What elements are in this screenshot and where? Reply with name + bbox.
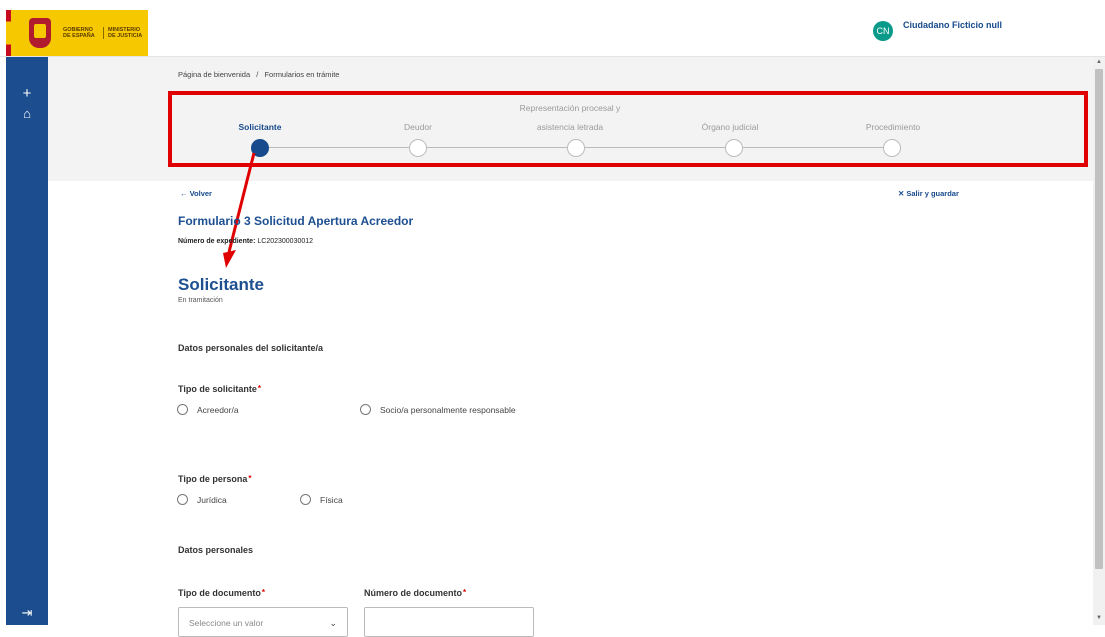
- step-label-solicitante[interactable]: Solicitante: [190, 122, 330, 132]
- radio-label: Jurídica: [197, 494, 227, 505]
- expediente-label: Número de expediente:: [178, 238, 256, 245]
- personal-data-heading: Datos personales del solicitante/a: [178, 343, 324, 353]
- tipo-persona-label: Tipo de persona*: [178, 474, 251, 484]
- tipo-documento-text: Tipo de documento: [178, 588, 261, 598]
- step-label-representacion-line2[interactable]: asistencia letrada: [500, 122, 640, 132]
- required-mark: *: [248, 474, 252, 483]
- radio-label: Socio/a personalmente responsable: [380, 404, 516, 415]
- required-mark: *: [257, 384, 261, 393]
- radio-label: Física: [320, 494, 343, 505]
- step-circle-organo-judicial[interactable]: [725, 139, 743, 157]
- section-status: En tramitación: [178, 297, 223, 304]
- scrollbar[interactable]: ▲ ▼: [1093, 57, 1105, 625]
- coat-of-arms-icon: [29, 18, 51, 48]
- chevron-down-icon[interactable]: ⌄: [329, 618, 337, 629]
- tipo-solicitante-text: Tipo de solicitante: [178, 384, 257, 394]
- radio-label: Acreedor/a: [197, 404, 239, 415]
- radio-circle[interactable]: [177, 404, 188, 415]
- radio-juridica[interactable]: Jurídica: [177, 494, 227, 505]
- government-logo[interactable]: GOBIERNO DE ESPAÑA MINISTERIO DE JUSTICI…: [6, 10, 148, 56]
- breadcrumb-separator: /: [256, 70, 259, 79]
- logout-icon[interactable]: ⇥: [6, 605, 48, 621]
- step-circle-representacion[interactable]: [567, 139, 585, 157]
- step-label-representacion-line1[interactable]: Representación procesal y: [490, 103, 650, 113]
- breadcrumb: Página de bienvenida / Formularios en tr…: [178, 70, 343, 79]
- radio-socio[interactable]: Socio/a personalmente responsable: [360, 404, 516, 415]
- radio-acreedor[interactable]: Acreedor/a: [177, 404, 239, 415]
- back-link[interactable]: ← Volver: [180, 189, 212, 198]
- radio-circle[interactable]: [177, 494, 188, 505]
- expediente-value: LC202300030012: [257, 238, 314, 245]
- step-label-organo-judicial[interactable]: Órgano judicial: [660, 122, 800, 132]
- breadcrumb-home-link[interactable]: Página de bienvenida: [178, 70, 250, 79]
- user-menu[interactable]: CN Ciudadano Ficticio null: [873, 18, 1002, 41]
- tipo-solicitante-label: Tipo de solicitante*: [178, 384, 261, 394]
- add-icon[interactable]: +: [6, 85, 48, 102]
- datos-personales-heading: Datos personales: [178, 545, 254, 555]
- select-placeholder: Seleccione un valor: [189, 618, 264, 628]
- radio-fisica[interactable]: Física: [300, 494, 343, 505]
- sidebar: + ⌂ ⇥: [6, 57, 48, 625]
- radio-circle[interactable]: [300, 494, 311, 505]
- step-circle-deudor[interactable]: [409, 139, 427, 157]
- logo-gobierno-text: GOBIERNO DE ESPAÑA: [63, 27, 95, 39]
- step-circle-procedimiento[interactable]: [883, 139, 901, 157]
- scroll-thumb[interactable]: [1095, 69, 1103, 569]
- breadcrumb-current[interactable]: Formularios en trámite: [264, 70, 339, 79]
- home-icon[interactable]: ⌂: [6, 106, 48, 121]
- exit-save-link[interactable]: ✕ Salir y guardar: [898, 189, 959, 198]
- tipo-persona-text: Tipo de persona: [178, 474, 248, 484]
- numero-documento-text: Número de documento: [364, 588, 463, 598]
- section-title: Solicitante: [178, 275, 264, 294]
- form-title: Formulario 3 Solicitud Apertura Acreedor: [178, 214, 414, 228]
- radio-circle[interactable]: [360, 404, 371, 415]
- logo-ministerio-text: MINISTERIO DE JUSTICIA: [103, 27, 143, 39]
- avatar[interactable]: CN: [873, 21, 893, 41]
- expediente-info: Número de expediente: LC202300030012: [178, 238, 313, 245]
- tipo-documento-label: Tipo de documento*: [178, 588, 265, 598]
- required-mark: *: [463, 588, 467, 597]
- scroll-up-icon[interactable]: ▲: [1093, 59, 1105, 65]
- step-label-procedimiento[interactable]: Procedimiento: [823, 122, 963, 132]
- stepper: Solicitante Deudor Representación proces…: [168, 91, 1088, 167]
- numero-documento-label: Número de documento*: [364, 588, 466, 598]
- scroll-down-icon[interactable]: ▼: [1093, 615, 1105, 621]
- tipo-documento-select[interactable]: Seleccione un valor ⌄: [178, 607, 348, 637]
- step-circle-solicitante[interactable]: [251, 139, 269, 157]
- required-mark: *: [261, 588, 265, 597]
- user-name[interactable]: Ciudadano Ficticio null: [903, 20, 1002, 30]
- step-label-deudor[interactable]: Deudor: [348, 122, 488, 132]
- numero-documento-input[interactable]: [364, 607, 534, 637]
- flag-strip: [6, 10, 11, 56]
